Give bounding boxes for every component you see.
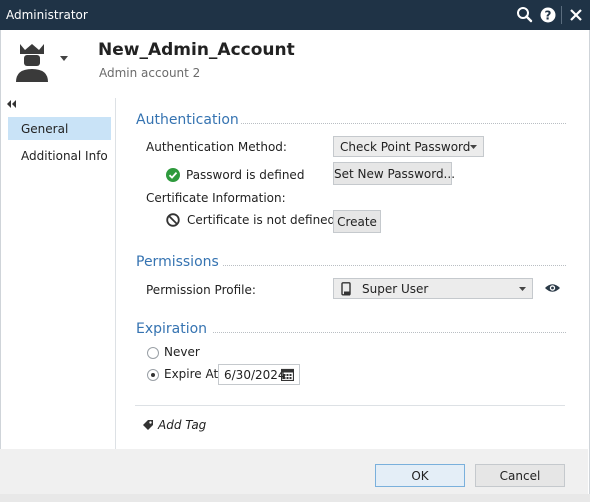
expiration-section-title: Expiration: [136, 321, 208, 337]
expire-date-input[interactable]: 6/30/2024: [218, 364, 300, 385]
sidebar-item-additional-info[interactable]: Additional Info: [8, 144, 111, 167]
dialog-body: New_Admin_Account Admin account 2 Genera…: [0, 30, 590, 494]
sidebar-divider: [115, 98, 116, 450]
certificate-status: Certificate is not defined: [187, 213, 336, 227]
expire-date-value: 6/30/2024: [224, 368, 286, 382]
password-status: Password is defined: [186, 168, 305, 182]
window-title: Administrator: [6, 8, 88, 22]
sidebar-item-label: Additional Info: [21, 149, 108, 163]
admin-crown-icon[interactable]: [14, 42, 50, 82]
add-tag-link[interactable]: Add Tag: [158, 418, 206, 432]
title-bar: Administrator ?: [0, 0, 590, 30]
expire-at-label: Expire At:: [164, 367, 223, 381]
authentication-method-label: Authentication Method:: [146, 140, 287, 154]
chevron-down-icon: [519, 287, 526, 291]
ok-button[interactable]: OK: [375, 464, 465, 487]
tag-icon: [143, 420, 153, 430]
chevron-down-icon[interactable]: [60, 56, 68, 61]
certificate-information-label: Certificate Information:: [146, 191, 286, 205]
object-comment[interactable]: Admin account 2: [99, 66, 200, 80]
no-entry-icon: [166, 213, 180, 227]
permissions-section-title: Permissions: [136, 254, 219, 270]
section-divider: [213, 332, 566, 333]
collapse-panel-icon[interactable]: [7, 100, 17, 108]
permission-profile-dropdown[interactable]: Super User: [333, 278, 533, 299]
permission-profile-value: Super User: [362, 282, 429, 296]
svg-text:?: ?: [545, 9, 552, 23]
calendar-icon[interactable]: [281, 368, 294, 381]
expire-at-radio[interactable]: [147, 369, 159, 381]
dialog-footer: OK Cancel: [0, 449, 588, 494]
section-divider: [241, 123, 566, 124]
tags-divider: [135, 405, 565, 406]
create-certificate-button[interactable]: Create: [333, 210, 381, 233]
authentication-method-value: Check Point Password: [340, 140, 471, 154]
titlebar-separator: [561, 6, 562, 24]
sidebar-item-general[interactable]: General: [8, 117, 111, 140]
search-icon[interactable]: [515, 5, 535, 25]
help-icon[interactable]: ?: [538, 5, 558, 25]
check-circle-icon: [166, 168, 180, 182]
section-divider: [223, 265, 566, 266]
close-icon[interactable]: [566, 5, 586, 25]
chevron-down-icon: [470, 145, 477, 149]
authentication-method-dropdown[interactable]: Check Point Password: [333, 136, 484, 157]
authentication-section-title: Authentication: [136, 112, 239, 128]
device-icon: [341, 282, 351, 296]
set-new-password-button[interactable]: Set New Password...: [333, 162, 455, 185]
object-name[interactable]: New_Admin_Account: [98, 40, 295, 60]
sidebar-item-label: General: [21, 122, 69, 136]
cancel-button[interactable]: Cancel: [475, 464, 565, 487]
eye-icon[interactable]: [544, 282, 561, 294]
never-label: Never: [164, 345, 200, 359]
never-radio[interactable]: [147, 347, 159, 359]
background-strip: [0, 494, 590, 502]
permission-profile-label: Permission Profile:: [146, 283, 256, 297]
